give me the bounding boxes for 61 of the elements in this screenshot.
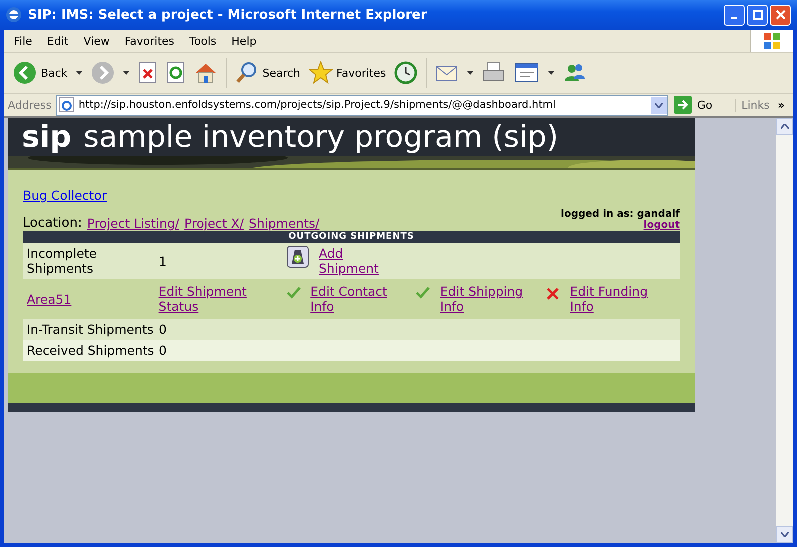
stop-icon xyxy=(138,62,158,84)
menu-item[interactable]: Favorites xyxy=(118,34,184,48)
status-link[interactable]: Edit Shipment Status xyxy=(158,284,277,314)
ie-logo-icon xyxy=(6,7,22,23)
close-button[interactable] xyxy=(770,4,791,26)
dropdown-button[interactable] xyxy=(651,96,668,114)
windows-logo-icon xyxy=(750,30,793,52)
address-field[interactable]: http://sip.houston.enfoldsystems.com/projects/sip.Project.9/shipments/@@dashboard.html xyxy=(56,94,668,116)
menu-item[interactable]: Edit xyxy=(41,34,78,48)
refresh-icon xyxy=(166,62,186,84)
breadcrumb-link[interactable]: Project X/ xyxy=(184,216,244,231)
links-button[interactable]: Links xyxy=(734,98,770,112)
add-shipment-link[interactable]: Add Shipment xyxy=(319,246,389,276)
logout-link[interactable]: logout xyxy=(644,220,680,231)
task-link[interactable]: Edit Contact Info xyxy=(310,284,411,314)
address-label: Address xyxy=(8,98,52,112)
chevron-up-icon xyxy=(780,124,788,129)
location-label: Location: xyxy=(23,216,82,231)
edit-page-icon xyxy=(514,61,540,85)
breadcrumb-link[interactable]: Shipments/ xyxy=(249,216,320,231)
row-label: Incomplete Shipments xyxy=(27,246,98,276)
favorites-button[interactable]: Favorites xyxy=(306,59,390,87)
task-link[interactable]: Edit Shipping Info xyxy=(440,284,540,314)
window-title: SIP: IMS: Select a project - Microsoft Internet Explorer xyxy=(28,8,428,22)
site-title: sample inventory program (sip) xyxy=(84,120,559,154)
scrollbar[interactable] xyxy=(776,118,793,543)
minimize-icon xyxy=(730,17,736,19)
maximize-button[interactable] xyxy=(747,4,768,26)
project-link[interactable]: Bug Collector xyxy=(23,188,107,203)
chevron-down-icon xyxy=(655,102,664,108)
history-clock-icon xyxy=(394,61,418,85)
shipment-link[interactable]: Area51 xyxy=(27,292,159,306)
menu-item[interactable]: View xyxy=(78,34,119,48)
row-label: In-Transit Shipments xyxy=(27,322,155,337)
go-button[interactable]: Go xyxy=(672,96,731,114)
site-logo: sip xyxy=(22,120,72,154)
back-button[interactable]: Back xyxy=(10,59,71,87)
scroll-down-button[interactable] xyxy=(776,526,793,543)
star-icon xyxy=(308,61,333,85)
task-link[interactable]: Edit Funding Info xyxy=(570,284,670,314)
login-status: logged in as: gandalf xyxy=(561,209,680,220)
count-value: 1 xyxy=(159,254,168,268)
maximize-icon xyxy=(752,10,762,20)
count-value: 0 xyxy=(159,343,168,358)
menu-item[interactable]: Tools xyxy=(184,34,226,48)
menu-item[interactable]: File xyxy=(8,34,42,48)
section-header: OUTGOING SHIPMENTS xyxy=(23,231,680,243)
search-icon xyxy=(234,61,259,85)
breadcrumb-link[interactable]: Project Listing/ xyxy=(87,216,180,231)
scroll-up-button[interactable] xyxy=(776,118,793,135)
chevron-button[interactable]: » xyxy=(774,98,789,112)
home-icon xyxy=(194,61,218,85)
minimize-button[interactable] xyxy=(724,4,745,26)
menu-item[interactable]: Help xyxy=(226,34,266,48)
page-icon xyxy=(58,97,75,113)
row-label: Received Shipments xyxy=(27,343,156,358)
search-button[interactable]: Search xyxy=(232,59,304,87)
chevron-down-icon xyxy=(780,532,788,537)
add-package-icon[interactable] xyxy=(287,246,309,268)
count-value: 0 xyxy=(159,322,168,337)
close-icon xyxy=(776,10,786,20)
